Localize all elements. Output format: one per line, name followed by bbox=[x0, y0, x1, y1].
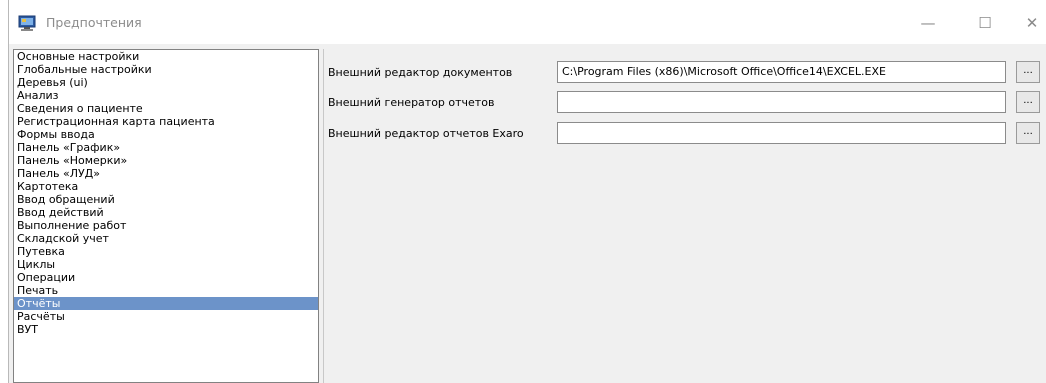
list-item[interactable]: Расчёты bbox=[14, 310, 318, 323]
list-item[interactable]: Циклы bbox=[14, 258, 318, 271]
list-item[interactable]: Печать bbox=[14, 284, 318, 297]
list-item[interactable]: Картотека bbox=[14, 180, 318, 193]
list-item[interactable]: Панель «Номерки» bbox=[14, 154, 318, 167]
maximize-button[interactable]: ☐ bbox=[965, 10, 1005, 36]
settings-panel: Внешний редактор документов C:\Program F… bbox=[323, 49, 1046, 383]
minimize-button[interactable]: — bbox=[908, 10, 948, 36]
list-item[interactable]: Основные настройки bbox=[14, 50, 318, 63]
category-list[interactable]: Основные настройки Глобальные настройки … bbox=[13, 49, 319, 383]
list-item[interactable]: Глобальные настройки bbox=[14, 63, 318, 76]
exaro-editor-browse-button[interactable]: ... bbox=[1016, 122, 1040, 144]
report-generator-browse-button[interactable]: ... bbox=[1016, 91, 1040, 113]
list-item[interactable]: Панель «ЛУД» bbox=[14, 167, 318, 180]
preferences-window: Предпочтения — ☐ ✕ Основные настройки Гл… bbox=[8, 0, 1046, 383]
setting-row-report-generator: Внешний генератор отчетов ... bbox=[324, 91, 1046, 115]
report-generator-label: Внешний генератор отчетов bbox=[328, 96, 495, 109]
list-item[interactable]: Анализ bbox=[14, 89, 318, 102]
exaro-editor-path-input[interactable] bbox=[557, 122, 1006, 144]
list-item[interactable]: Выполнение работ bbox=[14, 219, 318, 232]
list-item-selected[interactable]: Отчёты bbox=[14, 297, 318, 310]
app-icon bbox=[18, 15, 36, 31]
document-editor-path-input[interactable]: C:\Program Files (x86)\Microsoft Office\… bbox=[557, 61, 1006, 83]
list-item[interactable]: Деревья (ui) bbox=[14, 76, 318, 89]
setting-row-exaro-editor: Внешний редактор отчетов Exaro ... bbox=[324, 122, 1046, 146]
list-item[interactable]: Регистрационная карта пациента bbox=[14, 115, 318, 128]
report-generator-path-input[interactable] bbox=[557, 91, 1006, 113]
window-title: Предпочтения bbox=[46, 15, 142, 30]
exaro-editor-label: Внешний редактор отчетов Exaro bbox=[328, 127, 524, 140]
list-item[interactable]: Ввод действий bbox=[14, 206, 318, 219]
list-item[interactable]: Ввод обращений bbox=[14, 193, 318, 206]
list-item[interactable]: ВУТ bbox=[14, 323, 318, 336]
list-item[interactable]: Путевка bbox=[14, 245, 318, 258]
list-item[interactable]: Панель «График» bbox=[14, 141, 318, 154]
list-item[interactable]: Сведения о пациенте bbox=[14, 102, 318, 115]
title-bar[interactable]: Предпочтения — ☐ ✕ bbox=[9, 0, 1046, 44]
document-editor-browse-button[interactable]: ... bbox=[1016, 61, 1040, 83]
setting-row-document-editor: Внешний редактор документов C:\Program F… bbox=[324, 61, 1046, 85]
document-editor-label: Внешний редактор документов bbox=[328, 66, 513, 79]
close-button[interactable]: ✕ bbox=[1012, 10, 1046, 36]
list-item[interactable]: Складской учет bbox=[14, 232, 318, 245]
list-item[interactable]: Операции bbox=[14, 271, 318, 284]
list-item[interactable]: Формы ввода bbox=[14, 128, 318, 141]
